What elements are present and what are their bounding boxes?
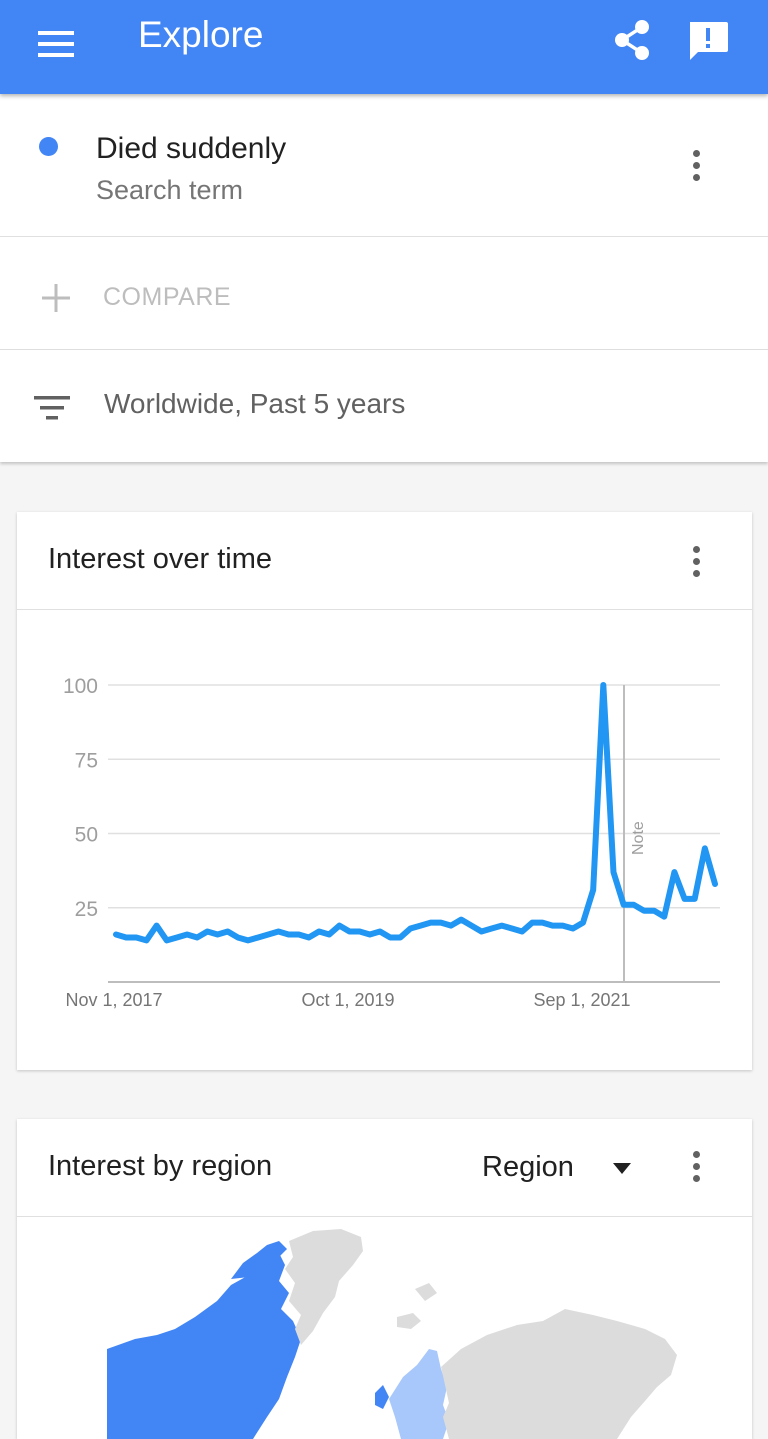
card-header: Interest over time xyxy=(17,512,752,610)
search-term-name: Died suddenly xyxy=(96,132,286,166)
region-dropdown[interactable]: Region xyxy=(482,1151,574,1184)
interest-over-time-card: Interest over time 25 50 75 100 Nov 1, 2017 O… xyxy=(17,512,752,1070)
x-tick-label: Nov 1, 2017 xyxy=(65,990,162,1010)
x-tick-label: Oct 1, 2019 xyxy=(301,990,394,1010)
term-color-dot xyxy=(39,137,58,156)
card-header: Interest by region Region xyxy=(17,1119,752,1217)
x-tick-label: Sep 1, 2021 xyxy=(533,990,630,1010)
card-title: Interest by region xyxy=(48,1150,272,1183)
plus-icon xyxy=(40,282,72,314)
chart-more-icon[interactable] xyxy=(684,542,708,582)
dropdown-arrow-icon[interactable] xyxy=(613,1163,631,1175)
map-region-iceland xyxy=(397,1313,421,1329)
y-tick-label: 25 xyxy=(75,898,98,921)
page-title: Explore xyxy=(138,14,263,56)
feedback-icon[interactable] xyxy=(684,16,732,64)
interest-over-time-chart[interactable]: 25 50 75 100 Nov 1, 2017 Oct 1, 2019 Sep 1, 20… xyxy=(17,610,752,1070)
y-tick-label: 75 xyxy=(75,749,98,772)
y-tick-label: 100 xyxy=(63,675,98,698)
menu-icon[interactable] xyxy=(36,27,76,61)
term-more-icon[interactable] xyxy=(684,146,708,186)
filter-icon xyxy=(32,392,72,424)
share-icon[interactable] xyxy=(610,18,654,62)
series-line xyxy=(116,685,715,940)
map-region-europe xyxy=(389,1349,449,1439)
search-term-type: Search term xyxy=(96,175,243,206)
map-region-uk xyxy=(375,1385,389,1409)
interest-by-region-card: Interest by region Region xyxy=(17,1119,752,1439)
card-title: Interest over time xyxy=(48,543,272,576)
world-map[interactable] xyxy=(17,1217,752,1439)
filter-label: Worldwide, Past 5 years xyxy=(104,388,405,420)
map-region-svalbard xyxy=(415,1283,437,1301)
app-bar: Explore xyxy=(0,0,768,94)
map-region-north-america xyxy=(107,1253,301,1439)
map-region-greenland xyxy=(285,1229,363,1345)
y-tick-label: 50 xyxy=(75,824,98,847)
map-region-asia xyxy=(441,1309,677,1439)
note-label: Note xyxy=(630,821,647,855)
compare-label: COMPARE xyxy=(103,283,231,312)
region-more-icon[interactable] xyxy=(684,1147,708,1187)
